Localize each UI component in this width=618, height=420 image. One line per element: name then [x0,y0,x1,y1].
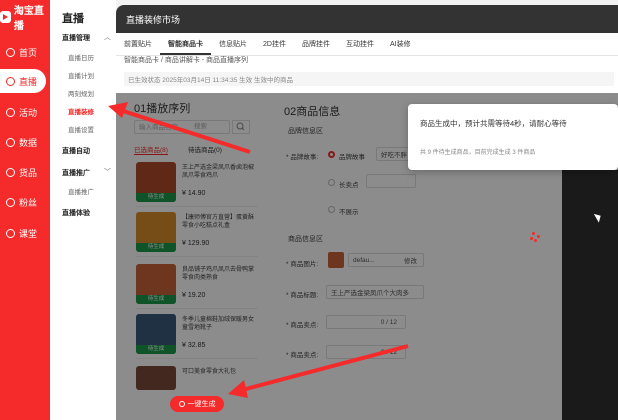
home-icon [6,47,15,57]
sidebar-item-label: 数据 [19,137,38,148]
tab-ai-decoration[interactable]: AI装修 [382,33,419,55]
live-icon [6,76,15,86]
subnav-item-decoration[interactable]: 直播装修 [68,106,94,116]
tab-smart-card[interactable]: 智能商品卡 [160,33,211,55]
sidebar-item-activity[interactable]: 活动 [0,100,50,124]
app-logo[interactable]: 淘宝直播 [0,0,50,34]
sidebar-item-goods[interactable]: 货品 [0,160,50,184]
chevron-up-icon: ︿ [104,34,111,41]
subnav-item-calendar[interactable]: 直播日历 [68,52,94,62]
tab-interactive-widget[interactable]: 互动挂件 [338,33,382,55]
sidebar-item-label: 粉丝 [19,197,38,208]
main-sidebar: 淘宝直播 首页 直播 活动 数据 货品 粉丝 课堂 [0,0,50,420]
live-preview-panel [562,170,618,420]
sidebar-item-data[interactable]: 数据 [0,130,50,154]
tab-2d-widget[interactable]: 2D挂件 [255,33,294,55]
loading-icon [178,401,185,407]
sidebar-item-label: 活动 [19,107,38,118]
sidebar-item-label: 直播 [19,76,38,87]
subnav-group-auto[interactable]: 直播自动 [62,146,90,156]
status-notice: 已生效状态 2025年03月14日 11:34:35 生效 生效中的商品 [124,72,614,86]
fans-icon [6,197,15,207]
taobao-live-logo-icon [0,11,11,23]
modal-title: 直播装修市场 [126,14,181,25]
toast-progress: 共 9 件待生成商品，目前完成生成 3 件商品 [420,150,536,156]
subnav-group-live-manage[interactable]: 直播管理 [62,33,90,43]
decoration-tabs: 前置贴片 智能商品卡 信息贴片 2D挂件 品牌挂件 互动挂件 AI装修 [116,33,618,56]
sidebar-item-label: 课堂 [19,228,38,239]
chevron-down-icon: ﹀ [104,169,111,176]
activity-icon [6,107,15,117]
breadcrumb[interactable]: 智能商品卡 / 商品讲解卡 - 商品直播序列 [124,55,248,65]
sidebar-item-home[interactable]: 首页 [0,40,50,64]
toast-message: 商品生成中，预计共需等待4秒，请耐心等待 [420,119,567,128]
notice-text: 已生效状态 2025年03月14日 11:34:35 生效 生效中的商品 [128,77,293,84]
subnav-item-schedule[interactable]: 两刻规划 [68,88,94,98]
subnav-title: 直播 [62,13,84,25]
sidebar-item-fans[interactable]: 粉丝 [0,190,50,214]
generation-progress-toast: 商品生成中，预计共需等待4秒，请耐心等待 共 9 件待生成商品，目前完成生成 3… [408,104,618,170]
subnav-item-promote[interactable]: 直播推广 [68,186,94,196]
tab-brand-widget[interactable]: 品牌挂件 [294,33,338,55]
modal-header: 直播装修市场 [116,5,618,33]
goods-icon [6,167,15,177]
tab-front-sticker[interactable]: 前置贴片 [116,33,160,55]
one-click-generate-button[interactable]: 一键生成 [170,396,224,412]
classroom-icon [6,228,15,238]
subnav-group-promote[interactable]: 直播推广 [62,168,90,178]
data-icon [6,137,15,147]
app-name: 淘宝直播 [13,6,44,32]
subnav-item-settings[interactable]: 直播设置 [68,124,94,134]
sidebar-item-classroom[interactable]: 课堂 [0,221,50,245]
tab-info-sticker[interactable]: 信息贴片 [211,33,255,55]
subnav-group-experience[interactable]: 直播体验 [62,208,90,218]
subnav-item-plan[interactable]: 直播计划 [68,70,94,80]
sidebar-item-label: 货品 [19,167,38,178]
generate-label: 一键生成 [187,401,216,408]
sidebar-item-label: 首页 [19,47,38,58]
sidebar-item-live[interactable]: 直播 [0,69,46,93]
